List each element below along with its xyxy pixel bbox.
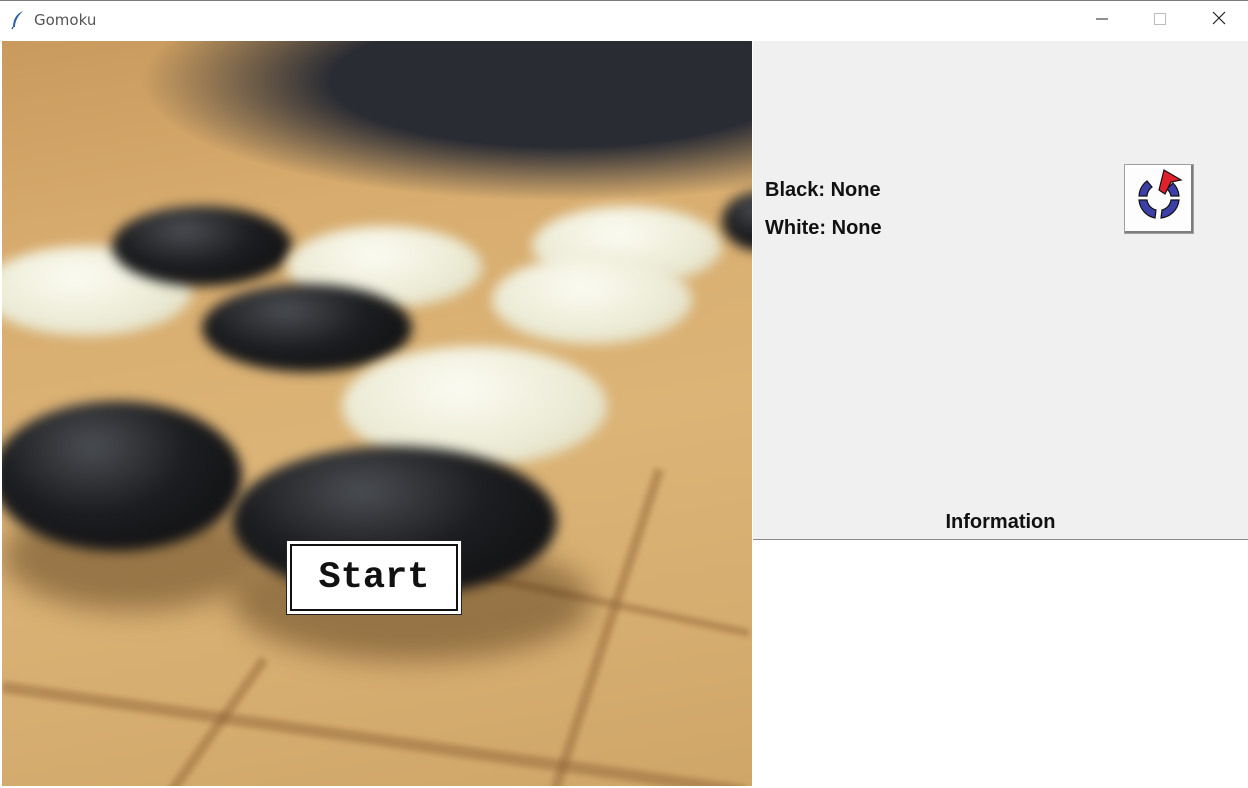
side-panel: Black: None White: None Information bbox=[753, 41, 1248, 539]
black-player-label: Black: None bbox=[765, 179, 881, 201]
minimize-button[interactable] bbox=[1073, 1, 1131, 40]
white-player-label: White: None bbox=[765, 217, 882, 239]
feather-icon bbox=[10, 10, 26, 30]
restart-button[interactable] bbox=[1124, 164, 1194, 234]
maximize-button[interactable] bbox=[1131, 1, 1189, 40]
information-text-area[interactable] bbox=[753, 539, 1248, 788]
close-button[interactable] bbox=[1190, 1, 1248, 40]
minimize-icon bbox=[1096, 12, 1108, 30]
window-title: Gomoku bbox=[34, 11, 97, 29]
close-icon bbox=[1212, 11, 1226, 30]
board-image[interactable]: Start bbox=[2, 41, 752, 786]
maximize-icon bbox=[1154, 12, 1166, 30]
title-bar: Gomoku bbox=[0, 0, 1248, 40]
information-title: Information bbox=[945, 511, 1056, 533]
start-button-label: Start bbox=[290, 544, 458, 611]
start-button[interactable]: Start bbox=[286, 540, 462, 615]
restart-icon bbox=[1131, 166, 1187, 233]
